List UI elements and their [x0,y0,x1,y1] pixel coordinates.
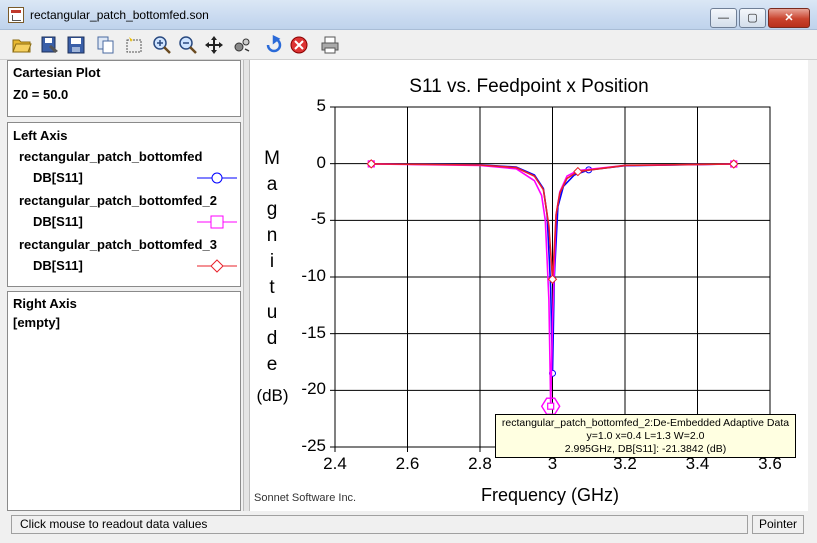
legend-series-2-param[interactable]: DB[S11] [33,214,83,229]
z0-label: Z0 = 50.0 [13,87,69,102]
plot-area[interactable]: S11 vs. Feedpoint x Position Magnitude (… [250,60,808,511]
zoom-in-icon[interactable] [152,35,172,55]
plot-type-label: Cartesian Plot [13,65,101,80]
legend-series-3-name[interactable]: rectangular_patch_bottomfed_3 [19,237,217,252]
legend-series-1-name[interactable]: rectangular_patch_bottomfed [19,149,202,164]
pointer-mode-indicator[interactable]: Pointer [752,515,804,534]
credit-text: Sonnet Software Inc. [254,492,357,504]
reload-icon[interactable] [264,35,284,55]
legend-series-1-param[interactable]: DB[S11] [33,170,83,185]
pan-icon[interactable] [204,35,224,55]
legend-series-3-marker [197,259,237,273]
legend-series-2-marker [197,215,237,229]
legend-series-1-marker [197,172,237,184]
panel-splitter[interactable] [243,60,250,511]
open-folder-icon[interactable] [12,35,32,55]
minimize-button[interactable]: — [710,8,737,28]
rotate-icon[interactable] [232,35,252,55]
window-title: rectangular_patch_bottomfed.son [30,8,209,22]
toolbar [0,30,817,60]
copy-icon[interactable] [96,35,116,55]
tooltip-line-3: 2.995GHz, DB[S11]: -21.3842 (dB) [564,443,727,455]
left-axis-panel: Left Axis rectangular_patch_bottomfed DB… [7,122,241,287]
save-icon[interactable] [66,35,86,55]
right-axis-title: Right Axis [13,296,77,311]
plot-info-panel: Cartesian Plot Z0 = 50.0 [7,60,241,117]
status-bar: Click mouse to readout data values Point… [0,511,817,543]
right-axis-value: [empty] [13,315,60,330]
tooltip-line-2: y=1.0 x=0.4 L=1.3 W=2.0 [586,430,705,442]
right-axis-panel: Right Axis [empty] [7,291,241,511]
readout-tooltip: rectangular_patch_bottomfed_2:De-Embedde… [495,414,796,458]
print-icon[interactable] [320,35,340,55]
left-axis-title: Left Axis [13,128,68,143]
app-icon [8,7,24,23]
status-message: Click mouse to readout data values [11,515,748,534]
legend-series-2-name[interactable]: rectangular_patch_bottomfed_2 [19,193,217,208]
zoom-out-icon[interactable] [178,35,198,55]
title-bar: rectangular_patch_bottomfed.son — ▢ ✕ [0,0,817,30]
select-icon[interactable] [124,35,144,55]
maximize-button[interactable]: ▢ [739,8,766,28]
close-button[interactable]: ✕ [768,8,810,28]
tooltip-line-1: rectangular_patch_bottomfed_2:De-Embedde… [501,417,790,429]
save-as-icon[interactable] [40,35,60,55]
series-2-point [547,402,555,410]
legend-series-3-param[interactable]: DB[S11] [33,258,83,273]
cancel-icon[interactable] [289,35,309,55]
